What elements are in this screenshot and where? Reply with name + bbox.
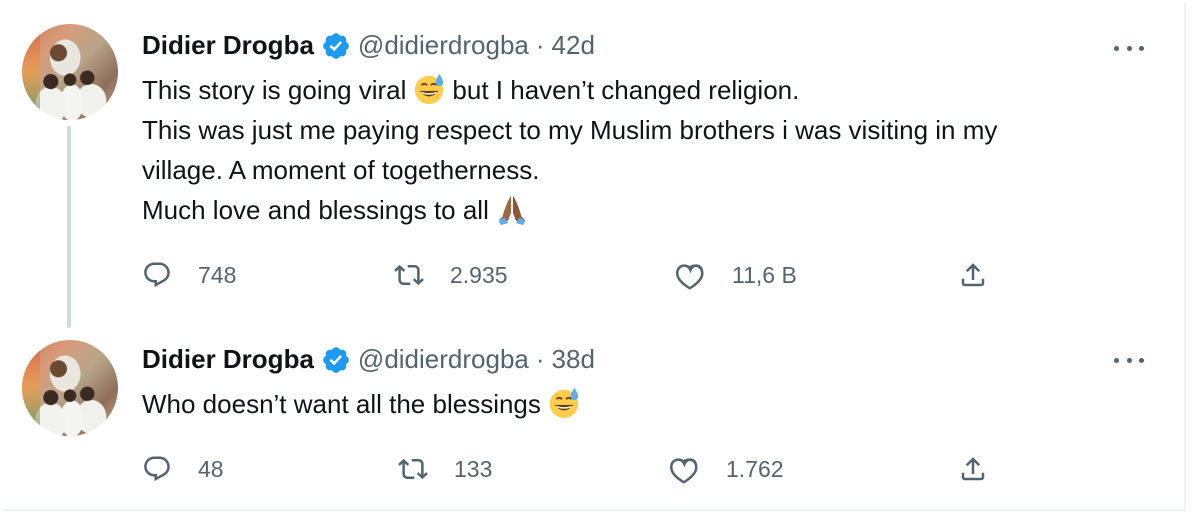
tweet-timestamp[interactable]: 42d	[552, 30, 595, 61]
avatar[interactable]	[22, 24, 118, 120]
author-name[interactable]: Didier Drogba	[142, 30, 314, 61]
tweet-line: village. A moment of togetherness.	[142, 155, 540, 185]
reply-count: 748	[198, 261, 237, 288]
like-button[interactable]: 11,6 B	[676, 258, 797, 292]
tweet-line: This was just me paying respect to my Mu…	[142, 115, 998, 145]
reply-icon	[144, 262, 170, 288]
share-button[interactable]	[958, 258, 988, 292]
retweet-count: 2.935	[450, 261, 508, 288]
verified-badge-icon	[323, 32, 349, 59]
like-icon	[676, 264, 704, 290]
separator-dot: ·	[535, 30, 545, 60]
share-icon	[961, 263, 985, 287]
tweet-header: Didier Drogba @didierdrogba · 42d	[142, 30, 595, 61]
tweet-text: This story is going viral but I haven’t …	[142, 70, 1142, 230]
tweet-line: Much love and blessings to all	[142, 190, 1142, 230]
tweet[interactable]: Didier Drogba @didierdrogba · 42d This s…	[0, 0, 1194, 330]
folded-hands-emoji	[498, 195, 526, 226]
more-options-icon[interactable]	[1114, 36, 1144, 60]
reply-button[interactable]: 748	[142, 258, 236, 292]
retweet-button[interactable]: 2.935	[394, 258, 508, 292]
author-handle[interactable]: @didierdrogba	[358, 30, 529, 61]
sweat-smile-emoji	[415, 74, 444, 105]
retweet-icon	[394, 264, 424, 286]
like-count: 11,6 B	[732, 261, 797, 288]
tweet-line: This story is going viral but I haven’t …	[142, 70, 1142, 110]
tweet-actions: 748 2.935 11,6 B	[142, 258, 1022, 292]
avatar[interactable]	[22, 340, 118, 436]
thread-connector-line	[67, 126, 71, 328]
